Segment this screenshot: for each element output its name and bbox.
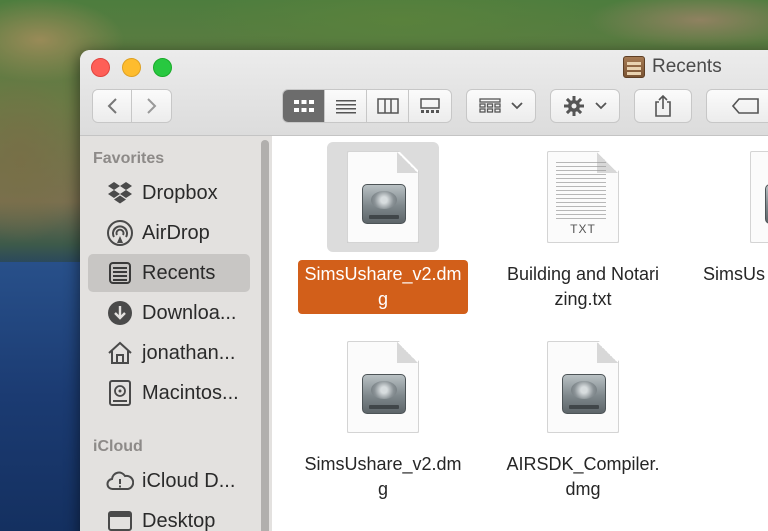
- hard-drive-icon: [106, 379, 134, 407]
- dropbox-icon: [106, 179, 134, 207]
- back-button[interactable]: [93, 90, 133, 122]
- sidebar-item-downloads[interactable]: Downloa...: [88, 294, 250, 332]
- forward-button[interactable]: [132, 90, 171, 122]
- gallery-view-button[interactable]: [409, 90, 451, 122]
- finder-window: Recents Favorites Dropbox AirDrop Recent…: [80, 50, 768, 531]
- file-thumbnail[interactable]: [730, 142, 768, 252]
- sidebar-item-label: Desktop: [142, 509, 216, 531]
- airdrop-icon: [106, 219, 134, 247]
- sidebar-scrollbar[interactable]: [258, 136, 272, 531]
- file-name[interactable]: SimsUshare_v2.dmg: [298, 450, 468, 504]
- chevron-right-icon: [146, 98, 156, 114]
- columns-icon: [376, 98, 399, 114]
- tag-icon: [732, 98, 759, 114]
- list-view-button[interactable]: [325, 90, 367, 122]
- sidebar-item-label: Macintos...: [142, 381, 239, 404]
- window-title-text: Recents: [652, 56, 722, 77]
- disk-image-icon: [347, 151, 419, 243]
- chevron-left-icon: [107, 98, 117, 114]
- titlebar: Recents: [80, 50, 768, 136]
- group-button[interactable]: [466, 89, 536, 123]
- icon-view-button[interactable]: [283, 90, 325, 122]
- file-name[interactable]: SimsUshare_v2.dmg: [298, 260, 468, 314]
- sidebar-item-label: Dropbox: [142, 181, 218, 204]
- file-item[interactable]: SimsUshare_v2.dmg: [298, 332, 468, 504]
- sidebar-scroll-thumb[interactable]: [261, 140, 269, 531]
- minimize-button[interactable]: [122, 58, 141, 77]
- group-grid-icon: [479, 98, 501, 113]
- gallery-icon: [420, 98, 440, 113]
- list-icon: [335, 100, 356, 114]
- tags-button[interactable]: [706, 89, 768, 123]
- column-view-button[interactable]: [367, 90, 409, 122]
- sidebar-item-icloud-drive[interactable]: iCloud D...: [88, 462, 250, 500]
- sidebar-item-recents[interactable]: Recents: [88, 254, 250, 292]
- disk-image-icon: [347, 341, 419, 433]
- file-name[interactable]: SimsUs: [698, 260, 768, 289]
- icloud-icon: [106, 467, 134, 495]
- sidebar-item-label: AirDrop: [142, 221, 210, 244]
- sidebar-item-dropbox[interactable]: Dropbox: [88, 174, 250, 212]
- file-item[interactable]: TXT Building and Notarizing.txt: [498, 142, 668, 314]
- zoom-button[interactable]: [153, 58, 172, 77]
- sidebar-item-home[interactable]: jonathan...: [88, 334, 250, 372]
- file-item[interactable]: SimsUshare_v2.dmg: [298, 142, 468, 314]
- disk-image-icon: [547, 341, 619, 433]
- file-browser: SimsUshare_v2.dmg TXT Building and Notar…: [272, 136, 768, 531]
- home-icon: [106, 339, 134, 367]
- share-button[interactable]: [634, 89, 692, 123]
- file-item[interactable]: SimsUs: [698, 142, 768, 294]
- view-mode-control: [282, 89, 452, 123]
- sidebar: Favorites Dropbox AirDrop Recents Downlo…: [80, 136, 272, 531]
- file-thumbnail[interactable]: [327, 142, 439, 252]
- file-name[interactable]: AIRSDK_Compiler.dmg: [498, 450, 668, 504]
- action-button[interactable]: [550, 89, 620, 123]
- sidebar-section-icloud: iCloud: [93, 438, 143, 455]
- recents-icon: [106, 259, 134, 287]
- gear-icon: [564, 96, 584, 116]
- grid-icon: [293, 100, 314, 112]
- window-title: Recents: [623, 54, 722, 80]
- sidebar-item-label: Recents: [142, 261, 216, 284]
- file-item[interactable]: AIRSDK_Compiler.dmg: [498, 332, 668, 504]
- sidebar-item-label: jonathan...: [142, 341, 236, 364]
- sidebar-item-label: iCloud D...: [142, 469, 236, 492]
- downloads-icon: [106, 299, 134, 327]
- text-document-icon: TXT: [547, 151, 619, 243]
- file-thumbnail[interactable]: [327, 332, 439, 442]
- recents-folder-icon: [623, 56, 645, 78]
- sidebar-item-macintosh-hd[interactable]: Macintos...: [88, 374, 250, 412]
- chevron-down-icon: [511, 102, 523, 110]
- disk-image-icon: [750, 151, 768, 243]
- sidebar-item-desktop[interactable]: Desktop: [88, 502, 250, 531]
- sidebar-item-airdrop[interactable]: AirDrop: [88, 214, 250, 252]
- wallpaper-sea: [0, 262, 90, 531]
- file-name[interactable]: Building and Notarizing.txt: [498, 260, 668, 314]
- desktop-icon: [106, 507, 134, 531]
- share-icon: [655, 94, 671, 117]
- navigation-buttons: [92, 89, 172, 123]
- file-thumbnail[interactable]: TXT: [527, 142, 639, 252]
- file-thumbnail[interactable]: [527, 332, 639, 442]
- sidebar-section-favorites: Favorites: [93, 150, 165, 167]
- close-button[interactable]: [91, 58, 110, 77]
- file-type-tag: TXT: [570, 222, 596, 236]
- chevron-down-icon: [595, 102, 607, 110]
- sidebar-item-label: Downloa...: [142, 301, 237, 324]
